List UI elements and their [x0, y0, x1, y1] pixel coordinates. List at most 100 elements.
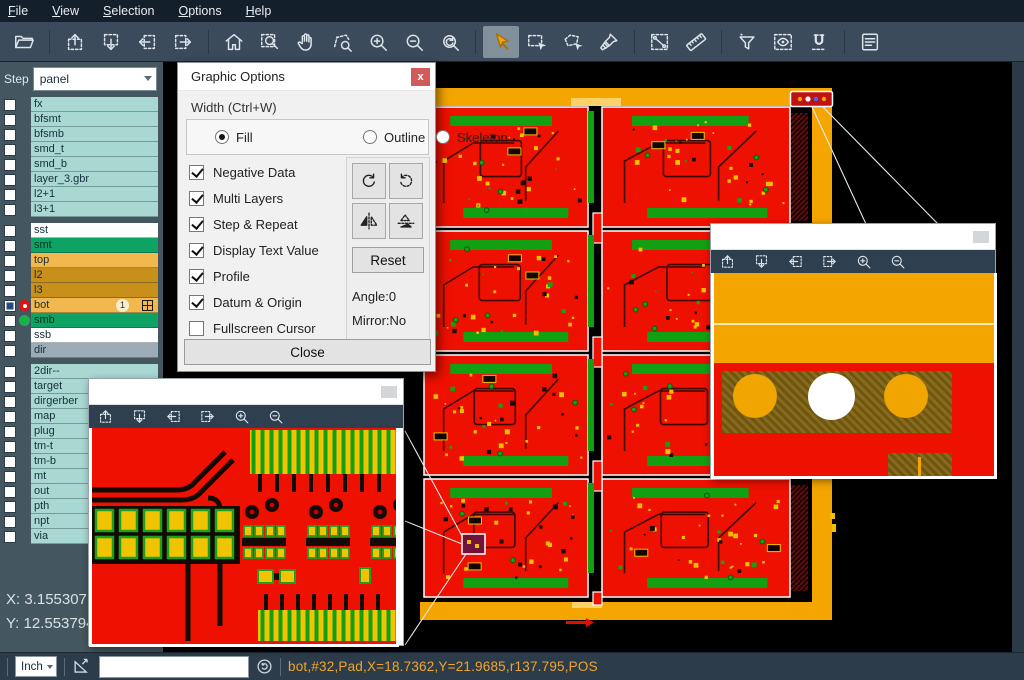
- dialog-close-button[interactable]: Close: [184, 339, 431, 365]
- checkbox-display-text-value[interactable]: Display Text Value: [189, 237, 319, 263]
- snap-tool-button[interactable]: [801, 26, 837, 58]
- layer-list-tool-button[interactable]: [852, 26, 888, 58]
- layer-visibility-checkbox[interactable]: [4, 456, 16, 468]
- layer-visibility-checkbox[interactable]: [4, 99, 16, 111]
- zoom-out-tool-button[interactable]: [396, 26, 432, 58]
- checkbox-icon[interactable]: [189, 191, 204, 206]
- window-button-icon[interactable]: [973, 231, 989, 243]
- pan-down-tool-button[interactable]: [93, 26, 129, 58]
- layer-row-l2[interactable]: l2: [0, 268, 163, 283]
- menu-selection[interactable]: Selection: [103, 4, 154, 18]
- pan-up-icon[interactable]: [93, 407, 117, 427]
- radio-dot-icon[interactable]: [363, 130, 377, 144]
- magnifier-view-fiducials[interactable]: [711, 273, 997, 479]
- grid-icon[interactable]: [142, 300, 153, 311]
- layer-row-dir[interactable]: dir: [0, 343, 163, 358]
- menu-help[interactable]: Help: [246, 4, 272, 18]
- rotate-cw-button[interactable]: [352, 163, 386, 199]
- command-input[interactable]: [99, 656, 249, 678]
- layer-visibility-checkbox[interactable]: [4, 300, 16, 312]
- radio-dot-icon[interactable]: [215, 130, 229, 144]
- layer-visibility-checkbox[interactable]: [4, 174, 16, 186]
- zoom-in-tool-button[interactable]: [360, 26, 396, 58]
- menu-file[interactable]: File: [8, 4, 28, 18]
- layer-row-smd_t[interactable]: smd_t: [0, 142, 163, 157]
- layer-row-2dir--[interactable]: 2dir--: [0, 364, 163, 379]
- reset-button[interactable]: Reset: [352, 247, 424, 273]
- home-tool-button[interactable]: [216, 26, 252, 58]
- zoom-in-icon[interactable]: [851, 252, 875, 272]
- layer-visibility-checkbox[interactable]: [4, 240, 16, 252]
- radio-skeleton[interactable]: Skeleton: [436, 130, 508, 145]
- layer-visibility-checkbox[interactable]: [4, 441, 16, 453]
- checkbox-icon[interactable]: [189, 243, 204, 258]
- zoom-out-icon[interactable]: [885, 252, 909, 272]
- layer-visibility-checkbox[interactable]: [4, 531, 16, 543]
- layer-visibility-checkbox[interactable]: [4, 330, 16, 342]
- pan-right-icon[interactable]: [195, 407, 219, 427]
- measure-tool-button[interactable]: [642, 26, 678, 58]
- layer-visibility-checkbox[interactable]: [4, 471, 16, 483]
- layer-visibility-checkbox[interactable]: [4, 189, 16, 201]
- pan-up-icon[interactable]: [715, 252, 739, 272]
- layer-row-top[interactable]: top: [0, 253, 163, 268]
- close-icon[interactable]: x: [411, 68, 430, 86]
- checkbox-icon[interactable]: [189, 295, 204, 310]
- layer-row-l3+1[interactable]: l3+1: [0, 202, 163, 217]
- checkbox-profile[interactable]: Profile: [189, 263, 319, 289]
- layer-row-l2+1[interactable]: l2+1: [0, 187, 163, 202]
- pan-right-tool-button[interactable]: [165, 26, 201, 58]
- layer-row-smt[interactable]: smt: [0, 238, 163, 253]
- layer-row-bot[interactable]: bot1: [0, 298, 163, 313]
- dialog-title-bar[interactable]: Graphic Options x: [178, 63, 435, 91]
- layer-row-l3[interactable]: l3: [0, 283, 163, 298]
- magnifier-title-bar[interactable]: [711, 224, 995, 250]
- rotate-ccw-button[interactable]: [389, 163, 423, 199]
- layer-visibility-checkbox[interactable]: [4, 255, 16, 267]
- pan-up-tool-button[interactable]: [57, 26, 93, 58]
- zoom-window-tool-button[interactable]: [252, 26, 288, 58]
- checkbox-datum-origin[interactable]: Datum & Origin: [189, 289, 319, 315]
- layer-visibility-checkbox[interactable]: [4, 396, 16, 408]
- layer-row-sst[interactable]: sst: [0, 223, 163, 238]
- layer-row-fx[interactable]: fx: [0, 97, 163, 112]
- radio-fill[interactable]: Fill: [215, 130, 253, 145]
- pan-hand-tool-button[interactable]: [288, 26, 324, 58]
- layer-visibility-checkbox[interactable]: [4, 516, 16, 528]
- view-options-tool-button[interactable]: [765, 26, 801, 58]
- layer-row-bfsmt[interactable]: bfsmt: [0, 112, 163, 127]
- rect-select-tool-button[interactable]: [519, 26, 555, 58]
- layer-visibility-checkbox[interactable]: [4, 426, 16, 438]
- zoom-in-icon[interactable]: [229, 407, 253, 427]
- clean-tool-button[interactable]: [591, 26, 627, 58]
- layer-row-ssb[interactable]: ssb: [0, 328, 163, 343]
- poly-select-tool-button[interactable]: [555, 26, 591, 58]
- layer-visibility-checkbox[interactable]: [4, 204, 16, 216]
- pan-left-icon[interactable]: [783, 252, 807, 272]
- layer-visibility-checkbox[interactable]: [4, 129, 16, 141]
- unit-select[interactable]: Inch: [15, 656, 57, 677]
- step-select[interactable]: panel: [33, 67, 157, 91]
- layer-visibility-checkbox[interactable]: [4, 270, 16, 282]
- magnifier-view-circuit[interactable]: [89, 428, 399, 647]
- layer-visibility-checkbox[interactable]: [4, 285, 16, 297]
- mirror-vertical-button[interactable]: [389, 203, 423, 239]
- pan-right-icon[interactable]: [817, 252, 841, 272]
- layer-row-smb[interactable]: smb: [0, 313, 163, 328]
- layer-row-bfsmb[interactable]: bfsmb: [0, 127, 163, 142]
- checkbox-multi-layers[interactable]: Multi Layers: [189, 185, 319, 211]
- checkbox-fullscreen-cursor[interactable]: Fullscreen Cursor: [189, 315, 319, 341]
- zoom-out-icon[interactable]: [263, 407, 287, 427]
- layer-visibility-checkbox[interactable]: [4, 381, 16, 393]
- zoom-object-tool-button[interactable]: [324, 26, 360, 58]
- radio-outline[interactable]: Outline: [363, 130, 425, 145]
- filter-tool-button[interactable]: [729, 26, 765, 58]
- refresh-icon[interactable]: [256, 658, 273, 675]
- checkbox-step-repeat[interactable]: Step & Repeat: [189, 211, 319, 237]
- checkbox-negative-data[interactable]: Negative Data: [189, 159, 319, 185]
- checkbox-icon[interactable]: [189, 269, 204, 284]
- zoom-previous-tool-button[interactable]: [432, 26, 468, 58]
- checkbox-icon[interactable]: [189, 217, 204, 232]
- layer-visibility-checkbox[interactable]: [4, 114, 16, 126]
- angle-measure-icon[interactable]: [72, 657, 91, 676]
